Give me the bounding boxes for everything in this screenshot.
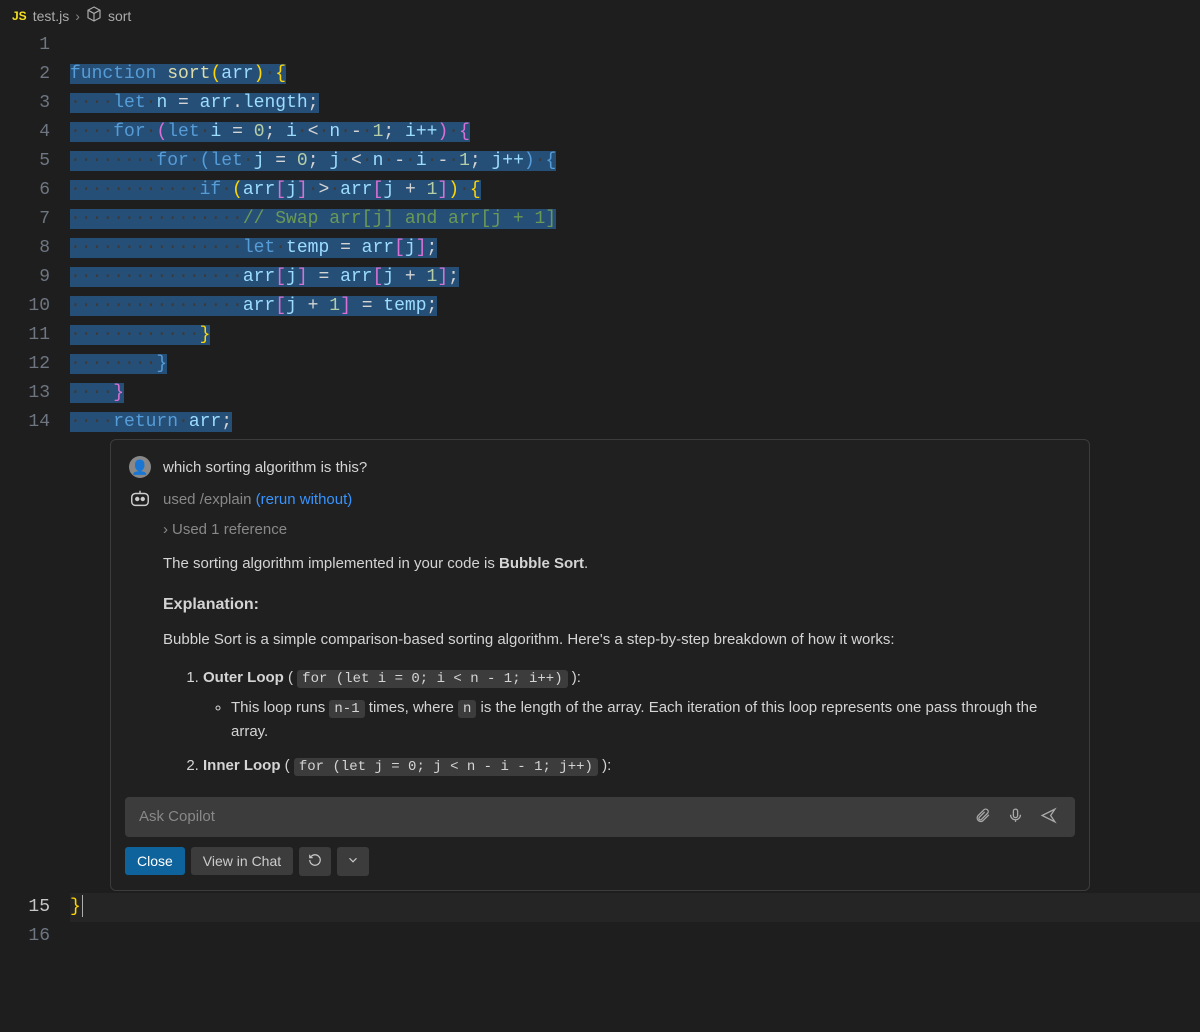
line-number: 13 (0, 379, 50, 408)
chat-input-area: Close View in Chat (111, 789, 1089, 890)
code-line (70, 31, 1200, 60)
attach-icon[interactable] (970, 805, 995, 829)
chat-explanation-body: Bubble Sort is a simple comparison-based… (163, 628, 1071, 652)
code-line: ········for·(let·j = 0; j·<·n·-·i·-·1; j… (70, 147, 1200, 176)
dropdown-icon-button[interactable] (337, 847, 369, 876)
code-line: ················arr[j] = arr[j + 1]; (70, 263, 1200, 292)
code-line: ········} (70, 350, 1200, 379)
ask-copilot-input[interactable] (139, 808, 962, 825)
code-line: } (70, 893, 1200, 922)
line-number: 15 (0, 893, 50, 922)
line-number: 8 (0, 234, 50, 263)
line-number: 4 (0, 118, 50, 147)
breadcrumb-file[interactable]: test.js (33, 8, 70, 24)
chat-button-row: Close View in Chat (125, 847, 1075, 876)
line-number: 11 (0, 321, 50, 350)
code-line: function sort(arr)·{ (70, 60, 1200, 89)
code-editor[interactable]: 1 2 3 4 5 6 7 8 9 10 11 12 13 14 functio… (0, 31, 1200, 437)
code-line: ····return·arr; (70, 408, 1200, 437)
code-line: ················arr[j + 1] = temp; (70, 292, 1200, 321)
code-line: ····for·(let·i = 0; i·<·n·-·1; i++)·{ (70, 118, 1200, 147)
user-avatar-icon: 👤 (129, 456, 151, 478)
line-gutter: 1 2 3 4 5 6 7 8 9 10 11 12 13 14 (0, 31, 70, 437)
microphone-icon[interactable] (1003, 805, 1028, 829)
ask-copilot-input-wrapper[interactable] (125, 797, 1075, 837)
chat-list-item: Inner Loop ( for (let j = 0; j < n - i -… (203, 754, 1071, 778)
chevron-right-icon: › (163, 521, 168, 538)
line-number: 6 (0, 176, 50, 205)
line-number: 14 (0, 408, 50, 437)
code-content[interactable]: function sort(arr)·{ ····let·n = arr.len… (70, 31, 1200, 437)
symbol-method-icon (86, 6, 102, 25)
breadcrumb: JS test.js › sort (0, 0, 1200, 31)
js-file-icon: JS (12, 9, 27, 23)
code-line: ················// Swap arr[j] and arr[j… (70, 205, 1200, 234)
line-number: 3 (0, 89, 50, 118)
chevron-right-icon: › (75, 8, 80, 24)
chat-assistant-message: used /explain (rerun without) ›Used 1 re… (111, 484, 1089, 789)
line-number: 12 (0, 350, 50, 379)
copilot-icon (129, 488, 151, 513)
chat-references-toggle[interactable]: ›Used 1 reference (163, 518, 1071, 542)
send-icon[interactable] (1036, 805, 1061, 829)
code-line: ····} (70, 379, 1200, 408)
code-line (70, 922, 1200, 951)
text-caret (82, 895, 83, 917)
line-number: 5 (0, 147, 50, 176)
chat-answer-intro: The sorting algorithm implemented in you… (163, 552, 1071, 576)
line-number: 9 (0, 263, 50, 292)
line-gutter: 15 16 (0, 893, 70, 951)
rerun-icon-button[interactable] (299, 847, 331, 876)
copilot-inline-chat: 👤 which sorting algorithm is this? used … (110, 439, 1090, 891)
chat-command-line: used /explain (rerun without) (163, 488, 1071, 512)
breadcrumb-symbol[interactable]: sort (108, 8, 131, 24)
close-button[interactable]: Close (125, 847, 185, 875)
line-number: 16 (0, 922, 50, 951)
code-line: ················let·temp = arr[j]; (70, 234, 1200, 263)
line-number: 2 (0, 60, 50, 89)
chat-list-subitem: This loop runs n-1 times, where n is the… (231, 696, 1071, 744)
code-editor-bottom[interactable]: 15 16 } (0, 893, 1200, 951)
view-in-chat-button[interactable]: View in Chat (191, 847, 293, 875)
line-number: 10 (0, 292, 50, 321)
chat-user-text: which sorting algorithm is this? (163, 456, 1071, 480)
code-content[interactable]: } (70, 893, 1200, 951)
line-number: 7 (0, 205, 50, 234)
line-number: 1 (0, 31, 50, 60)
code-line: ············} (70, 321, 1200, 350)
code-line: ····let·n = arr.length; (70, 89, 1200, 118)
rerun-without-link[interactable]: (rerun without) (256, 491, 353, 508)
code-line: ············if·(arr[j]·>·arr[j + 1])·{ (70, 176, 1200, 205)
chat-explanation-heading: Explanation: (163, 592, 1071, 618)
chat-list-item: Outer Loop ( for (let i = 0; i < n - 1; … (203, 666, 1071, 745)
chat-user-message: 👤 which sorting algorithm is this? (111, 452, 1089, 484)
